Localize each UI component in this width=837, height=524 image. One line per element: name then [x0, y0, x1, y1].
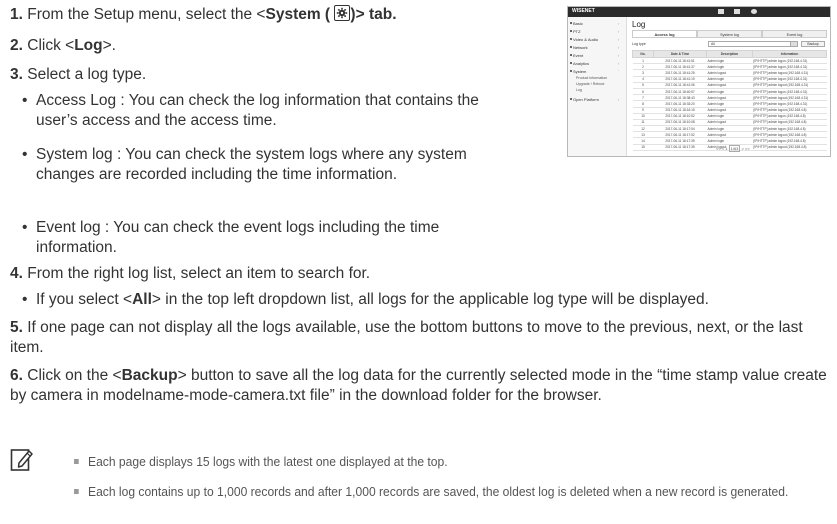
sidebar-item-label: Basic	[573, 21, 583, 26]
column-header: Description	[706, 50, 753, 58]
prev-page-button[interactable]: <	[722, 146, 724, 151]
log-table: No. Date & Time Description Information …	[632, 50, 827, 151]
chevron-down-icon: ˇ	[618, 69, 620, 74]
bullet-event-log: Event log : You can check the event logs…	[22, 218, 516, 258]
table-cell: 2017-06-11 18:17:35	[653, 144, 707, 151]
sidebar-item-video-audio[interactable]: Video & Audio	[570, 37, 599, 42]
chevron-right-icon: ›	[618, 37, 620, 42]
step-1: 1. From the Setup menu, select the <Syst…	[10, 5, 560, 25]
step-number: 3.	[10, 66, 23, 83]
bullet-all-option: If you select <All> in the top left drop…	[22, 290, 836, 310]
sidebar-item-label: Analytics	[573, 61, 590, 66]
chevron-down-icon[interactable]	[790, 41, 798, 47]
step-text: >.	[102, 37, 116, 54]
sidebar-item-label: System	[573, 69, 587, 74]
step-text: From the Setup menu, select the <	[27, 6, 266, 23]
sidebar-item-label: Video & Audio	[573, 37, 599, 42]
note-2: Each log contains up to 1,000 records an…	[74, 482, 823, 501]
log-page-screenshot: WISENET Basic › PTZ › Video & Audio › Ne…	[567, 6, 831, 157]
step-4: 4. From the right log list, select an it…	[10, 264, 370, 284]
sidebar-item-label: Network	[573, 45, 588, 50]
gear-icon	[334, 5, 351, 21]
bullet-system-log: System log : You can check the system lo…	[22, 145, 476, 185]
bullet-text: > in the top left dropdown list, all log…	[151, 291, 709, 308]
step-2: 2. Click <Log>.	[10, 36, 116, 56]
step-number: 5.	[10, 319, 23, 336]
chevron-right-icon: ›	[618, 29, 620, 34]
chevron-right-icon: ›	[618, 53, 620, 58]
playback-icon	[734, 9, 740, 14]
sidebar-item-analytics[interactable]: Analytics	[570, 61, 590, 66]
tab-access-log[interactable]: Access log	[632, 30, 697, 38]
tab-event-log[interactable]: Event log	[762, 30, 827, 38]
backup-button-name: Backup	[121, 367, 178, 384]
brand-logo: WISENET	[572, 8, 595, 14]
first-page-button[interactable]: <<	[716, 146, 721, 151]
page-number: 1	[725, 146, 728, 151]
chevron-right-icon: ›	[618, 97, 620, 102]
page-title: Log	[632, 20, 646, 29]
system-tab-name: System (	[265, 6, 331, 23]
column-header: No.	[632, 50, 654, 58]
step-number: 2.	[10, 37, 23, 54]
next-page-button[interactable]: >	[742, 146, 744, 151]
pencil-note-icon	[10, 448, 34, 472]
backup-button[interactable]: Backup	[801, 41, 825, 47]
step-text: If one page can not display all the logs…	[10, 319, 803, 356]
step-text: Click on the <	[27, 367, 122, 384]
sidebar-item-ptz[interactable]: PTZ	[570, 29, 581, 34]
top-bar: WISENET	[568, 7, 830, 17]
sidebar-subitem[interactable]: Upgrade / Reboot	[576, 82, 604, 86]
column-header: Date & Time	[653, 50, 707, 58]
last-page-button[interactable]: >>	[745, 146, 750, 151]
chevron-right-icon: ›	[618, 45, 620, 50]
sidebar-subitem[interactable]: Product information	[576, 76, 607, 80]
sidebar-item-open-platform[interactable]: Open Platform	[570, 97, 599, 102]
sidebar-subitem-log[interactable]: Log	[576, 88, 582, 92]
all-option-name: All	[132, 291, 152, 308]
note-1: Each page displays 15 logs with the late…	[74, 452, 776, 471]
sidebar-item-event[interactable]: Event	[570, 53, 584, 58]
step-text: )> tab.	[350, 6, 397, 23]
step-text: From the right log list, select an item …	[27, 265, 371, 282]
step-number: 6.	[10, 367, 23, 384]
pagination: << < 1 1/63 > >>	[716, 145, 750, 152]
log-type-label: Log type	[632, 42, 646, 46]
step-number: 4.	[10, 265, 23, 282]
sidebar-item-label: Open Platform	[573, 97, 599, 102]
gear-icon	[751, 9, 757, 14]
column-header: Information	[752, 50, 827, 58]
step-text: Select a log type.	[27, 66, 147, 83]
sidebar-item-system[interactable]: System	[570, 69, 587, 74]
log-type-select[interactable]: All	[708, 41, 798, 47]
step-5: 5. If one page can not display all the l…	[10, 318, 832, 358]
sidebar-item-network[interactable]: Network	[570, 45, 588, 50]
sidebar-item-label: PTZ	[573, 29, 581, 34]
table-cell: 15	[632, 144, 654, 151]
bullet-text: If you select <	[36, 291, 133, 308]
log-menu-name: Log	[74, 37, 103, 54]
chevron-right-icon: ›	[618, 21, 620, 26]
sidebar-item-label: Event	[573, 53, 584, 58]
step-6: 6. Click on the <Backup> button to save …	[10, 366, 832, 406]
page-select[interactable]: 1/63	[728, 145, 741, 152]
sidebar-item-basic[interactable]: Basic	[570, 21, 583, 26]
sidebar: Basic › PTZ › Video & Audio › Network › …	[568, 17, 627, 156]
bullet-access-log: Access Log : You can check the log infor…	[22, 91, 491, 131]
tab-system-log[interactable]: System log	[697, 30, 762, 38]
step-text: Click <	[27, 37, 75, 54]
table-cell: [IP/HTTP] admin logout (192.168.4.8)	[752, 144, 827, 151]
step-3: 3. Select a log type.	[10, 65, 146, 85]
step-number: 1.	[10, 6, 23, 23]
monitor-icon	[718, 9, 724, 14]
chevron-right-icon: ›	[618, 61, 620, 66]
